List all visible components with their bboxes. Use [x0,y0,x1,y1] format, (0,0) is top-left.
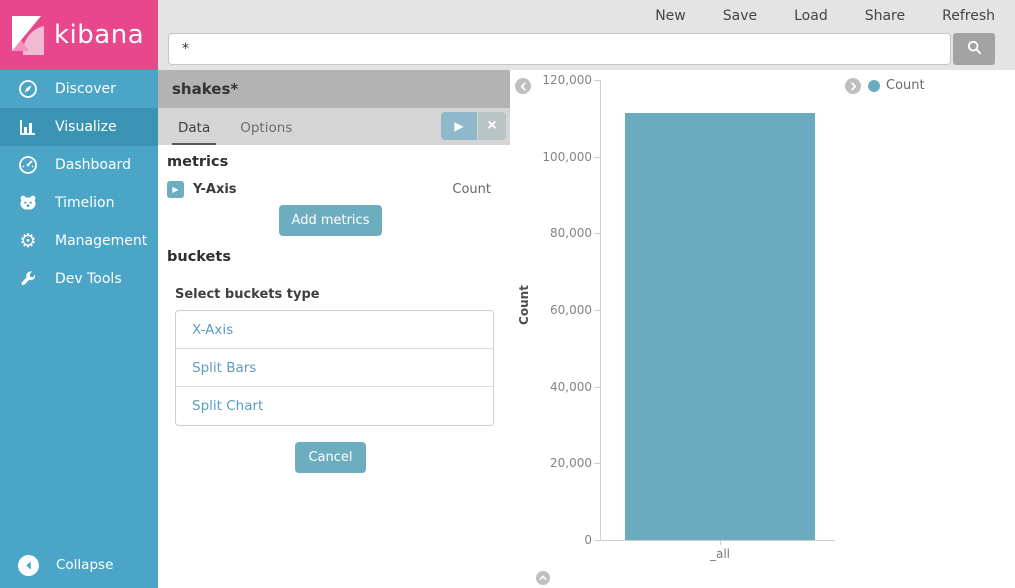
expand-y-axis-button[interactable]: ▶ [167,181,184,198]
menu-item-share[interactable]: Share [865,8,905,24]
legend-item-count[interactable]: Count [868,78,925,93]
bar-chart-icon [17,116,39,138]
topbar: New Save Load Share Refresh [158,0,1015,70]
scroll-up-chevron-icon[interactable] [536,571,550,585]
sidebar-item-timelion[interactable]: Timelion [0,184,158,222]
topbar-menu: New Save Load Share Refresh [158,0,1015,24]
menu-item-new[interactable]: New [655,8,686,24]
collapse-icon [18,555,39,576]
menu-item-load[interactable]: Load [794,8,828,24]
visualization-chart: Count 0 20,000 40,000 60,000 80,000 100,000 12… [510,70,1015,588]
sidebar-collapse-button[interactable]: Collapse [0,542,158,588]
compass-icon [17,78,39,100]
kibana-logo-icon [10,15,46,55]
legend-color-dot [868,80,880,92]
sidebar-item-label: Dev Tools [55,271,122,287]
kibana-logo[interactable]: kibana [0,0,158,70]
sidebar-item-label: Timelion [55,195,114,211]
index-pattern-name: shakes* [172,80,238,98]
bar-count-all[interactable] [625,113,815,540]
cancel-button[interactable]: Cancel [295,442,365,473]
vis-editor-panel: shakes* Data Options ▶ × metrics ▶ Y-Axi… [158,70,510,588]
legend-toggle-chevron-icon[interactable] [845,78,861,94]
menu-item-refresh[interactable]: Refresh [942,8,995,24]
sidebar-item-label: Dashboard [55,157,131,173]
wrench-icon [17,268,39,290]
add-metrics-button[interactable]: Add metrics [279,205,383,236]
search-input[interactable] [168,33,951,65]
bucket-option-x-axis[interactable]: X-Axis [176,311,493,349]
y-axis-tick-label: 120,000 [542,73,592,87]
bucket-option-split-chart[interactable]: Split Chart [176,387,493,425]
sidebar: kibana Discover Visualize Dashboard Time [0,0,158,588]
search-bar [168,33,995,65]
y-axis-line [600,80,601,540]
tab-options[interactable]: Options [234,120,298,145]
gear-icon: ⚙ [17,230,39,252]
metric-row-y-axis: ▶ Y-Axis Count [167,181,494,198]
sidebar-item-label: Discover [55,81,116,97]
search-button[interactable] [953,33,995,65]
y-axis-tick-label: 20,000 [550,456,592,470]
bucket-option-split-bars[interactable]: Split Bars [176,349,493,387]
search-icon [966,39,983,59]
chevron-right-icon: ▶ [172,185,178,194]
kibana-app: kibana Discover Visualize Dashboard Time [0,0,1015,588]
buckets-heading: buckets [167,249,494,265]
sidebar-item-label: Management [55,233,147,249]
y-axis-tick-label: 100,000 [542,150,592,164]
sidebar-item-discover[interactable]: Discover [0,70,158,108]
sidebar-item-dev-tools[interactable]: Dev Tools [0,260,158,298]
y-axis-title: Count [517,205,531,405]
dashboard-icon [17,154,39,176]
bucket-type-list: X-Axis Split Bars Split Chart [175,310,494,426]
timelion-icon [17,192,39,214]
editor-content: metrics ▶ Y-Axis Count Add metrics bucke… [158,145,510,473]
close-icon: × [487,117,496,134]
sidebar-item-visualize[interactable]: Visualize [0,108,158,146]
index-pattern-header: shakes* [158,70,510,108]
sidebar-item-label: Visualize [55,119,117,135]
y-axis-tick-label: 60,000 [550,303,592,317]
x-axis-line [600,540,835,541]
apply-changes-button[interactable]: ▶ [441,112,477,140]
editor-tabbar: Data Options ▶ × [158,108,510,145]
menu-item-save[interactable]: Save [723,8,757,24]
logo-text: kibana [54,20,144,50]
play-icon: ▶ [454,119,463,133]
collapse-editor-chevron-icon[interactable] [515,78,531,94]
select-buckets-type-label: Select buckets type [175,287,494,302]
metric-label[interactable]: Y-Axis [193,182,237,197]
metric-agg-value: Count [452,182,494,197]
y-axis-tick-label: 0 [584,533,592,547]
tab-data[interactable]: Data [172,120,216,145]
y-axis-tick-label: 40,000 [550,380,592,394]
x-axis-category-label: _all [640,547,800,561]
collapse-label: Collapse [56,557,113,573]
discard-changes-button[interactable]: × [478,112,506,140]
sidebar-item-management[interactable]: ⚙ Management [0,222,158,260]
y-axis-tick-label: 80,000 [550,226,592,240]
sidebar-item-dashboard[interactable]: Dashboard [0,146,158,184]
metrics-heading: metrics [167,154,494,170]
legend-label: Count [886,78,925,93]
x-axis-tick [720,540,721,545]
